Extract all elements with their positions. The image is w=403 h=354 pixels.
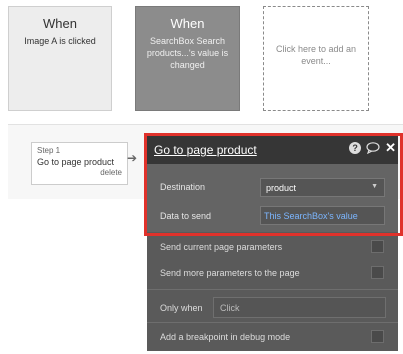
divider [147, 289, 398, 290]
send-current-params-label: Send current page parameters [160, 242, 283, 252]
only-when-label: Only when [160, 303, 203, 313]
add-event-card[interactable]: Click here to add an event... [263, 6, 369, 111]
destination-value: product [266, 183, 297, 193]
step-number: Step 1 [37, 146, 61, 155]
breakpoint-label: Add a breakpoint in debug mode [160, 332, 291, 342]
panel-header: Go to page product ? ✕ [147, 136, 398, 164]
action-properties-panel: Go to page product ? ✕ Destination produ… [147, 136, 398, 351]
event-card-subtitle: SearchBox Search products...'s value is … [146, 36, 229, 70]
panel-header-icons: ? ✕ [349, 141, 396, 154]
destination-select[interactable]: product ▼ [260, 178, 385, 197]
step-1-card[interactable]: Step 1 Go to page product delete [31, 142, 128, 185]
only-when-input[interactable]: Click [213, 297, 386, 318]
event-card-searchbox-changed[interactable]: When SearchBox Search products...'s valu… [135, 6, 240, 111]
event-card-subtitle: Image A is clicked [24, 36, 96, 46]
workflow-editor: When Image A is clicked When SearchBox S… [0, 0, 403, 354]
send-current-params-checkbox[interactable] [371, 240, 384, 253]
panel-title[interactable]: Go to page product [154, 143, 257, 157]
event-card-title: When [170, 16, 205, 31]
chevron-down-icon: ▼ [371, 183, 378, 190]
arrow-right-icon: ➔ [127, 151, 138, 165]
divider [147, 322, 398, 323]
event-card-image-clicked[interactable]: When Image A is clicked [8, 6, 112, 111]
close-icon[interactable]: ✕ [385, 141, 396, 154]
help-icon[interactable]: ? [349, 142, 362, 154]
send-more-params-checkbox[interactable] [371, 266, 384, 279]
event-card-title: When [43, 16, 77, 31]
destination-label: Destination [160, 182, 206, 192]
add-event-label: Click here to add an event... [275, 44, 357, 66]
breakpoint-checkbox[interactable] [371, 330, 384, 343]
panel-main-fields: Destination product ▼ Data to send This … [147, 164, 398, 232]
comment-icon[interactable] [366, 142, 380, 154]
data-to-send-field[interactable]: This SearchBox's value [260, 206, 385, 225]
data-to-send-label: Data to send [160, 211, 212, 221]
send-more-params-label: Send more parameters to the page [160, 268, 300, 278]
step-delete-link[interactable]: delete [37, 168, 122, 177]
step-name: Go to page product [37, 157, 115, 167]
